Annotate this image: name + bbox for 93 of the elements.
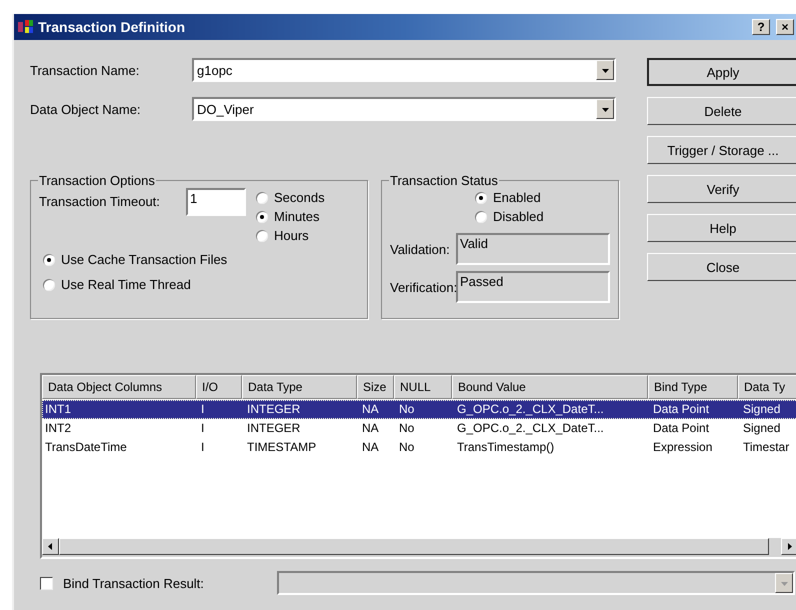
caret-icon	[602, 106, 608, 112]
close-button[interactable]: ×	[776, 19, 794, 35]
column-header[interactable]: Data Type	[242, 375, 357, 399]
radio-button[interactable]	[256, 210, 268, 222]
result-combo-box[interactable]	[277, 571, 795, 595]
dialog-button[interactable]: Trigger / Storage ...	[647, 136, 796, 164]
field-label: Data Object Name:	[30, 102, 142, 116]
radio-option[interactable]: Hours	[256, 226, 325, 245]
column-header[interactable]: Bound Value	[452, 375, 648, 399]
radio-label: Use Cache Transaction Files	[61, 252, 228, 267]
caret-icon	[602, 66, 608, 74]
window-title: Transaction Definition	[38, 19, 186, 35]
table-cell-text: INTEGER	[246, 401, 302, 418]
radio-label: Disabled	[493, 209, 544, 224]
dialog-button[interactable]: Apply	[647, 58, 796, 86]
group-title: Transaction Options	[38, 173, 156, 188]
table-cell-text: INTEGER	[246, 420, 302, 437]
table-cell-text: Signed	[742, 401, 782, 418]
table-cell-text: Signed	[742, 420, 782, 437]
dropdown-button[interactable]	[775, 573, 793, 593]
table-cell-text: I	[200, 420, 206, 437]
field-label: Verification:	[390, 280, 456, 294]
table-row[interactable]: INT1 I INTEGER NA No G_OPC.o_2._CLX_DateT... Data Point Signed	[42, 400, 796, 419]
combo-box[interactable]: g1opc	[192, 58, 616, 82]
app-icon	[18, 20, 34, 34]
scroll-thumb[interactable]	[59, 538, 769, 555]
combo-box[interactable]: DO_Viper	[192, 97, 616, 121]
checkbox-label: Bind Transaction Result:	[63, 576, 205, 590]
table-cell-text: NA	[361, 420, 380, 437]
horizontal-scrollbar[interactable]	[42, 538, 796, 557]
dialog-button[interactable]: Delete	[647, 97, 796, 125]
column-header[interactable]: Data Object Columns	[42, 375, 196, 399]
scroll-left-button[interactable]	[42, 538, 59, 555]
column-header[interactable]: NULL	[394, 375, 452, 399]
dialog-button[interactable]: Help	[647, 214, 796, 242]
table-cell-text: G_OPC.o_2._CLX_DateT...	[456, 401, 605, 418]
table-cell-text: TransTimestamp()	[456, 439, 556, 456]
radio-option[interactable]: Seconds	[256, 188, 325, 207]
radio-option[interactable]: Disabled	[475, 207, 610, 226]
radio-label: Seconds	[274, 190, 325, 205]
help-button[interactable]: ?	[752, 19, 770, 35]
radio-button[interactable]	[475, 210, 487, 222]
validation-field: Valid	[456, 233, 610, 265]
table-cell-text: Expression	[652, 439, 714, 456]
checkbox[interactable]	[40, 576, 53, 590]
radio-option[interactable]: Enabled	[475, 188, 610, 207]
group-title: Transaction Status	[389, 173, 499, 188]
dropdown-button[interactable]	[596, 99, 614, 119]
table-cell-text: Timestar	[742, 439, 790, 456]
dialog-button[interactable]: Verify	[647, 175, 796, 203]
timeout-label: Transaction Timeout:	[39, 193, 161, 209]
table-cell-text: TIMESTAMP	[246, 439, 318, 456]
table-row[interactable]: TransDateTime I TIMESTAMP NA No TransTimestamp() Expression Timestar	[42, 438, 796, 457]
column-header[interactable]: Data Ty	[738, 375, 796, 399]
radio-label: Minutes	[274, 209, 320, 224]
column-header[interactable]: Bind Type	[648, 375, 738, 399]
right-arrow-icon	[786, 543, 793, 550]
column-header[interactable]: Size	[357, 375, 394, 399]
table-cell-text: No	[398, 439, 416, 456]
radio-option[interactable]: Use Cache Transaction Files	[43, 247, 359, 272]
radio-label: Hours	[274, 228, 309, 243]
table-cell-text: INT1	[44, 401, 72, 418]
radio-button[interactable]	[43, 278, 55, 290]
radio-button[interactable]	[256, 192, 268, 204]
radio-label: Enabled	[493, 190, 541, 205]
column-header[interactable]: I/O	[196, 375, 242, 399]
table-cell-text: No	[398, 420, 416, 437]
table-cell-text: I	[200, 401, 206, 418]
radio-option[interactable]: Minutes	[256, 207, 325, 226]
table-cell-text: Data Point	[652, 401, 710, 418]
dialog-button[interactable]: Close	[647, 253, 796, 281]
field-label: Validation:	[390, 242, 451, 256]
table-cell-text: NA	[361, 439, 380, 456]
radio-option[interactable]: Use Real Time Thread	[43, 272, 359, 297]
radio-button[interactable]	[256, 230, 268, 242]
radio-label: Use Real Time Thread	[61, 277, 191, 292]
left-arrow-icon	[47, 543, 54, 550]
table-cell-text: NA	[361, 401, 380, 418]
dropdown-button[interactable]	[596, 60, 614, 80]
scroll-right-button[interactable]	[781, 538, 796, 555]
radio-button[interactable]	[475, 192, 487, 204]
table-cell-text: Data Point	[652, 420, 710, 437]
table-cell-text: I	[200, 439, 206, 456]
timeout-field[interactable]: 1	[186, 188, 246, 216]
table-row[interactable]: INT2 I INTEGER NA No G_OPC.o_2._CLX_DateT... Data Point Signed	[42, 419, 796, 438]
table-cell-text: TransDateTime	[44, 439, 128, 456]
caret-icon	[780, 580, 788, 586]
field-label: Transaction Name:	[30, 62, 140, 78]
radio-button[interactable]	[43, 254, 55, 266]
table-cell-text: G_OPC.o_2._CLX_DateT...	[456, 420, 605, 437]
table-cell-text: No	[398, 401, 416, 418]
table-cell-text: INT2	[44, 420, 72, 437]
verification-field: Passed	[456, 271, 610, 303]
